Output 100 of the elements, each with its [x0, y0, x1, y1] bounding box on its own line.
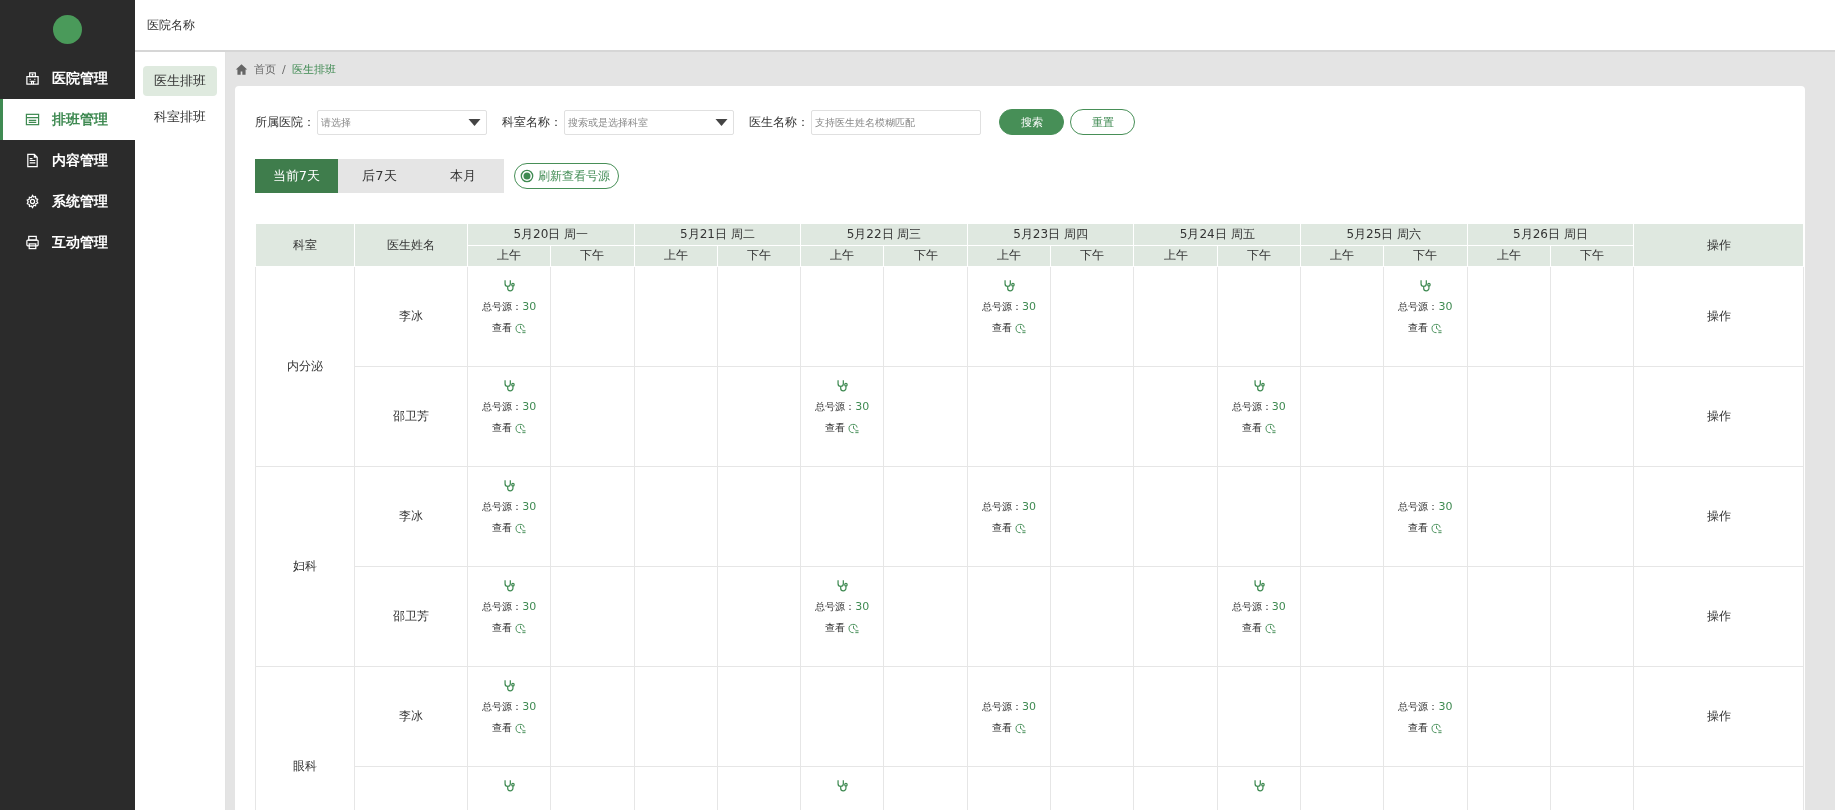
- view-link[interactable]: 查看: [991, 521, 1026, 535]
- total-sources-text: 总号源：30: [1398, 700, 1453, 714]
- home-icon: [235, 62, 248, 76]
- printer-icon: [25, 235, 40, 250]
- clock-list-icon: [515, 722, 527, 734]
- day-header: 5月22日 周三: [800, 223, 968, 245]
- clock-list-icon: [1431, 722, 1443, 734]
- breadcrumb-link[interactable]: 首页: [254, 61, 276, 77]
- action-cell[interactable]: 操作: [1633, 466, 1804, 567]
- filter-label: 科室名称：: [502, 113, 562, 131]
- calendar-icon: [25, 112, 40, 127]
- total-sources-text: 总号源：30: [482, 700, 537, 714]
- day-header: 5月20日 周一: [467, 223, 635, 245]
- building-icon: [25, 71, 40, 86]
- doctor-cell: 邵卫芳: [354, 366, 468, 467]
- total-sources-text: 总号源：30: [815, 400, 870, 414]
- clock-list-icon: [1431, 322, 1443, 334]
- clock-list-icon: [515, 422, 527, 434]
- action-cell[interactable]: 操作: [1633, 666, 1804, 767]
- sidebar-item[interactable]: 内容管理: [0, 140, 135, 181]
- clock-list-icon: [515, 622, 527, 634]
- clock-list-icon: [515, 522, 527, 534]
- doctor-cell: 李冰: [354, 266, 468, 367]
- column-header: 医生姓名: [354, 223, 468, 267]
- clock-list-icon: [1014, 722, 1026, 734]
- hospital-name: 医院名称: [147, 16, 195, 34]
- action-cell[interactable]: 操作: [1633, 566, 1804, 667]
- clock-list-icon: [1264, 622, 1276, 634]
- action-cell[interactable]: 操作: [1633, 266, 1804, 367]
- department-cell: 内分泌: [255, 266, 355, 467]
- subnav-item[interactable]: 医生排班: [143, 66, 217, 96]
- doctor-cell: 李冰: [354, 666, 468, 767]
- clock-list-icon: [515, 322, 527, 334]
- clock-list-icon: [1431, 522, 1443, 534]
- day-header: 5月24日 周五: [1133, 223, 1301, 245]
- clock-list-icon: [1014, 322, 1026, 334]
- breadcrumb-link[interactable]: 医生排班: [291, 61, 336, 77]
- doctor-cell: 邵卫芳: [354, 566, 468, 667]
- clock-list-icon: [1014, 522, 1026, 534]
- total-sources-text: 总号源：30: [482, 400, 537, 414]
- day-header: 5月21日 周二: [634, 223, 801, 245]
- sidebar-item[interactable]: 系统管理: [0, 181, 135, 222]
- total-sources-text: 总号源：30: [1398, 300, 1453, 314]
- view-link[interactable]: 查看: [492, 721, 527, 735]
- view-link[interactable]: 查看: [1408, 521, 1443, 535]
- day-header: 5月26日 周日: [1467, 223, 1634, 245]
- view-link[interactable]: 查看: [492, 321, 527, 335]
- view-link[interactable]: 查看: [1408, 321, 1443, 335]
- total-sources-text: 总号源：30: [815, 600, 870, 614]
- view-link[interactable]: 查看: [1408, 721, 1443, 735]
- view-link[interactable]: 查看: [492, 521, 527, 535]
- input-field[interactable]: 支持医生姓名模糊匹配: [811, 109, 981, 135]
- range-tab[interactable]: 后7天: [338, 159, 421, 193]
- clock-list-icon: [848, 422, 860, 434]
- total-sources-text: 总号源：30: [981, 700, 1036, 714]
- total-sources-text: 总号源：30: [1398, 500, 1453, 514]
- view-link[interactable]: 查看: [1241, 621, 1276, 635]
- range-tab[interactable]: 本月: [421, 159, 504, 193]
- department-cell: 妇科: [255, 466, 355, 667]
- view-link[interactable]: 查看: [825, 421, 860, 435]
- doctor-cell: 李冰: [354, 466, 468, 567]
- breadcrumb-separator: /: [282, 62, 286, 76]
- total-sources-text: 总号源：30: [482, 600, 537, 614]
- filter-label: 所属医院：: [255, 113, 315, 131]
- total-sources-text: 总号源：30: [1231, 400, 1286, 414]
- refresh-button[interactable]: 刷新查看号源: [514, 163, 619, 189]
- select-field[interactable]: 请选择: [317, 109, 487, 135]
- logo-circle: [53, 14, 82, 44]
- column-header: 操作: [1633, 223, 1804, 267]
- view-link[interactable]: 查看: [492, 621, 527, 635]
- clock-list-icon: [1264, 422, 1276, 434]
- caret-icon[interactable]: [468, 118, 481, 127]
- clock-list-icon: [848, 622, 860, 634]
- select-field[interactable]: 搜索或是选择科室: [564, 109, 734, 135]
- action-cell[interactable]: 操作: [1633, 366, 1804, 467]
- caret-icon[interactable]: [715, 118, 728, 127]
- document-icon: [25, 153, 40, 168]
- total-sources-text: 总号源：30: [981, 500, 1036, 514]
- settings-icon: [25, 194, 40, 209]
- search-button[interactable]: 搜索: [999, 109, 1064, 135]
- day-header: 5月25日 周六: [1300, 223, 1468, 245]
- subnav-item[interactable]: 科室排班: [143, 102, 217, 132]
- view-link[interactable]: 查看: [1241, 421, 1276, 435]
- sidebar-item[interactable]: 互动管理: [0, 222, 135, 263]
- reset-button[interactable]: 重置: [1070, 109, 1135, 135]
- refresh-icon: [520, 169, 534, 183]
- total-sources-text: 总号源：30: [1231, 600, 1286, 614]
- column-header: 科室: [255, 223, 355, 267]
- day-header: 5月23日 周四: [967, 223, 1134, 245]
- total-sources-text: 总号源：30: [482, 500, 537, 514]
- view-link[interactable]: 查看: [492, 421, 527, 435]
- view-link[interactable]: 查看: [991, 321, 1026, 335]
- sidebar-item[interactable]: 排班管理: [0, 99, 135, 140]
- department-cell: 眼科: [255, 666, 355, 810]
- view-link[interactable]: 查看: [825, 621, 860, 635]
- sidebar-item[interactable]: 医院管理: [0, 58, 135, 99]
- total-sources-text: 总号源：30: [981, 300, 1036, 314]
- view-link[interactable]: 查看: [991, 721, 1026, 735]
- total-sources-text: 总号源：30: [482, 300, 537, 314]
- range-tab[interactable]: 当前7天: [255, 159, 338, 193]
